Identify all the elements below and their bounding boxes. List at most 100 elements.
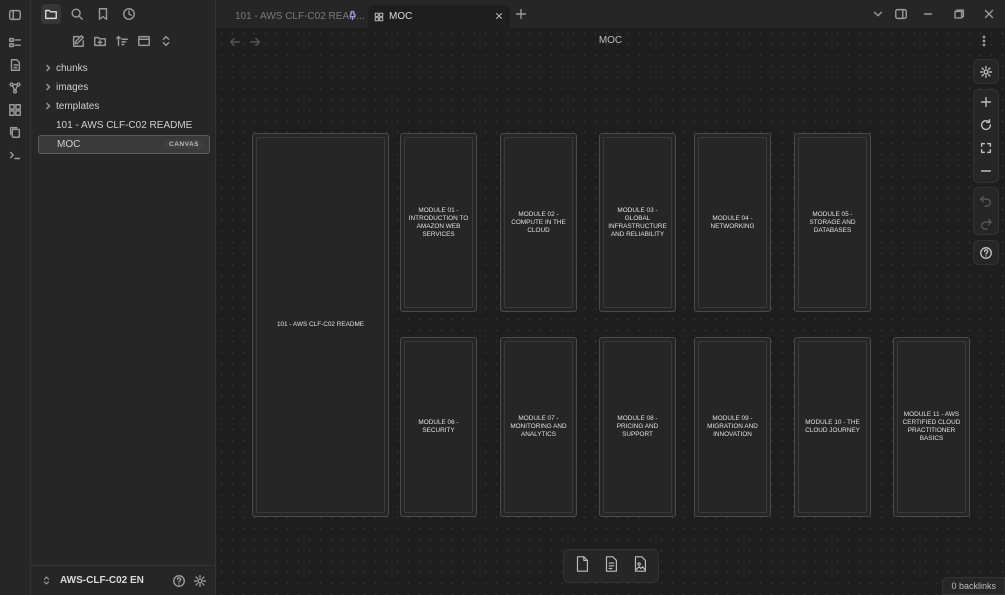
canvas-icon[interactable] [6,56,24,74]
close-icon[interactable] [494,11,504,24]
zoom-out-minus-icon[interactable] [974,159,998,182]
node-label: MODULE 09 - MIGRATION AND INNOVATION [707,415,758,438]
canvas-node-module-08[interactable]: MODULE 08 - PRICING AND SUPPORT [599,337,676,517]
file-item-moc[interactable]: MOC CANVAS [38,135,210,154]
file-label: 101 - AWS CLF-C02 README [56,120,193,131]
node-label: MODULE 01 - INTRODUCTION TO AMAZON WEB S… [408,206,469,238]
node-label: MODULE 03 - GLOBAL INFRASTRUCTURE AND RE… [608,206,667,238]
vault-chevrons-icon [41,575,52,586]
settings-gear-icon[interactable] [193,574,207,588]
view-title: MOC [598,35,623,46]
tab-moc[interactable]: MOC [368,5,510,28]
tab-label: 101 - AWS CLF-C02 READ... [235,11,365,22]
node-label: MODULE 04 - NETWORKING [710,214,755,230]
pin-icon[interactable] [347,10,358,24]
graph-view-icon[interactable] [6,79,24,97]
sort-icon[interactable] [115,34,129,48]
file-type-badge: CANVAS [165,140,203,149]
vault-switcher[interactable]: AWS-CLF-C02 EN [31,565,216,595]
restore-icon[interactable] [952,7,966,26]
sidebar-tab-bar [31,0,216,28]
file-label: MOC [57,139,81,150]
sidebar-toggle-icon[interactable] [6,6,24,24]
collapse-window-icon[interactable] [137,34,151,48]
canvas-help-icon[interactable] [974,241,998,264]
more-options-icon[interactable] [977,34,991,53]
window-close-icon[interactable] [982,7,996,26]
ribbon [0,0,31,595]
canvas-node-module-07[interactable]: MODULE 07 - MONITORING AND ANALYTICS [500,337,577,517]
folder-label: chunks [56,63,88,74]
canvas-node-module-01[interactable]: MODULE 01 - INTRODUCTION TO AMAZON WEB S… [400,133,477,312]
reset-zoom-icon[interactable] [974,113,998,136]
tab-list-chevron-icon[interactable] [871,7,885,26]
node-label: MODULE 08 - PRICING AND SUPPORT [616,415,659,438]
minimize-icon[interactable] [921,7,935,26]
canvas-node-module-10[interactable]: MODULE 10 - THE CLOUD JOURNEY [794,337,871,517]
history-controls [973,187,999,235]
folder-label: templates [56,101,100,112]
folder-item-images[interactable]: images [38,78,210,97]
file-actions [71,34,173,48]
tab-bar: 101 - AWS CLF-C02 READ... MOC [216,0,1005,28]
node-label: MODULE 02 - COMPUTE IN THE CLOUD [511,210,566,234]
right-sidebar-toggle-icon[interactable] [894,7,908,26]
file-item-readme[interactable]: 101 - AWS CLF-C02 README [38,116,210,135]
view-header: MOC [216,28,1005,54]
file-tree: chunks images templates 101 - AWS CLF-C0… [38,59,210,154]
canvas-node-module-09[interactable]: MODULE 09 - MIGRATION AND INNOVATION [694,337,771,517]
new-note-icon[interactable] [71,34,85,48]
tab-readme[interactable]: 101 - AWS CLF-C02 READ... [226,5,366,28]
canvas-node-module-03[interactable]: MODULE 03 - GLOBAL INFRASTRUCTURE AND RE… [599,133,676,312]
help-icon[interactable] [172,574,186,588]
folder-label: images [56,82,89,93]
node-label: MODULE 11 - AWS CERTIFIED CLOUD PRACTITI… [902,411,961,442]
new-tab-plus-icon[interactable] [514,7,528,26]
folder-item-chunks[interactable]: chunks [38,59,210,78]
chevron-right-icon [44,102,52,111]
zoom-controls [973,89,999,183]
dashboard-icon[interactable] [6,34,24,52]
canvas-node-readme[interactable]: 101 - AWS CLF-C02 README [252,133,389,517]
add-note-from-vault-icon[interactable] [602,555,620,578]
node-label: MODULE 06 - SECURITY [418,419,459,434]
clock-icon[interactable] [119,4,139,24]
file-explorer-sidebar: chunks images templates 101 - AWS CLF-C0… [31,0,216,595]
canvas-node-module-06[interactable]: MODULE 06 - SECURITY [400,337,477,517]
add-card-icon[interactable] [573,555,591,578]
canvas-node-module-05[interactable]: MODULE 05 - STORAGE AND DATABASES [794,133,871,312]
terminal-icon[interactable] [6,146,24,164]
chevron-right-icon [44,64,52,73]
expand-collapse-icon[interactable] [159,34,173,48]
node-label: 101 - AWS CLF-C02 README [276,321,365,328]
node-label: MODULE 10 - THE CLOUD JOURNEY [805,419,860,434]
tab-label: MOC [389,11,413,22]
canvas-node-module-04[interactable]: MODULE 04 - NETWORKING [694,133,771,312]
node-label: MODULE 05 - STORAGE AND DATABASES [809,210,856,234]
redo-icon[interactable] [974,211,998,234]
canvas-node-module-11[interactable]: MODULE 11 - AWS CERTIFIED CLOUD PRACTITI… [893,337,970,517]
backlinks-status[interactable]: 0 backlinks [942,577,1005,595]
canvas-settings-group [973,59,999,84]
folder-icon[interactable] [41,4,61,24]
copy-icon[interactable] [6,123,24,141]
obsidian-window: chunks images templates 101 - AWS CLF-C0… [0,0,1005,595]
node-label: MODULE 07 - MONITORING AND ANALYTICS [510,415,567,438]
canvas-node-module-02[interactable]: MODULE 02 - COMPUTE IN THE CLOUD [500,133,577,312]
search-icon[interactable] [67,4,87,24]
canvas-settings-gear-icon[interactable] [974,60,998,83]
blocks-icon[interactable] [6,101,24,119]
chevron-right-icon [44,83,52,92]
bookmark-icon[interactable] [93,4,113,24]
zoom-in-plus-icon[interactable] [974,90,998,113]
vault-name: AWS-CLF-C02 EN [60,575,144,586]
zoom-to-fit-icon[interactable] [974,136,998,159]
add-media-icon[interactable] [631,555,649,578]
canvas-add-toolbar [563,549,659,583]
undo-icon[interactable] [974,188,998,211]
folder-item-templates[interactable]: templates [38,97,210,116]
canvas-view[interactable]: MOC 101 - AWS CLF-C02 README MODULE 01 -… [216,28,1005,595]
new-folder-icon[interactable] [93,34,107,48]
help-group [973,240,999,265]
canvas-grid-icon [374,12,384,22]
